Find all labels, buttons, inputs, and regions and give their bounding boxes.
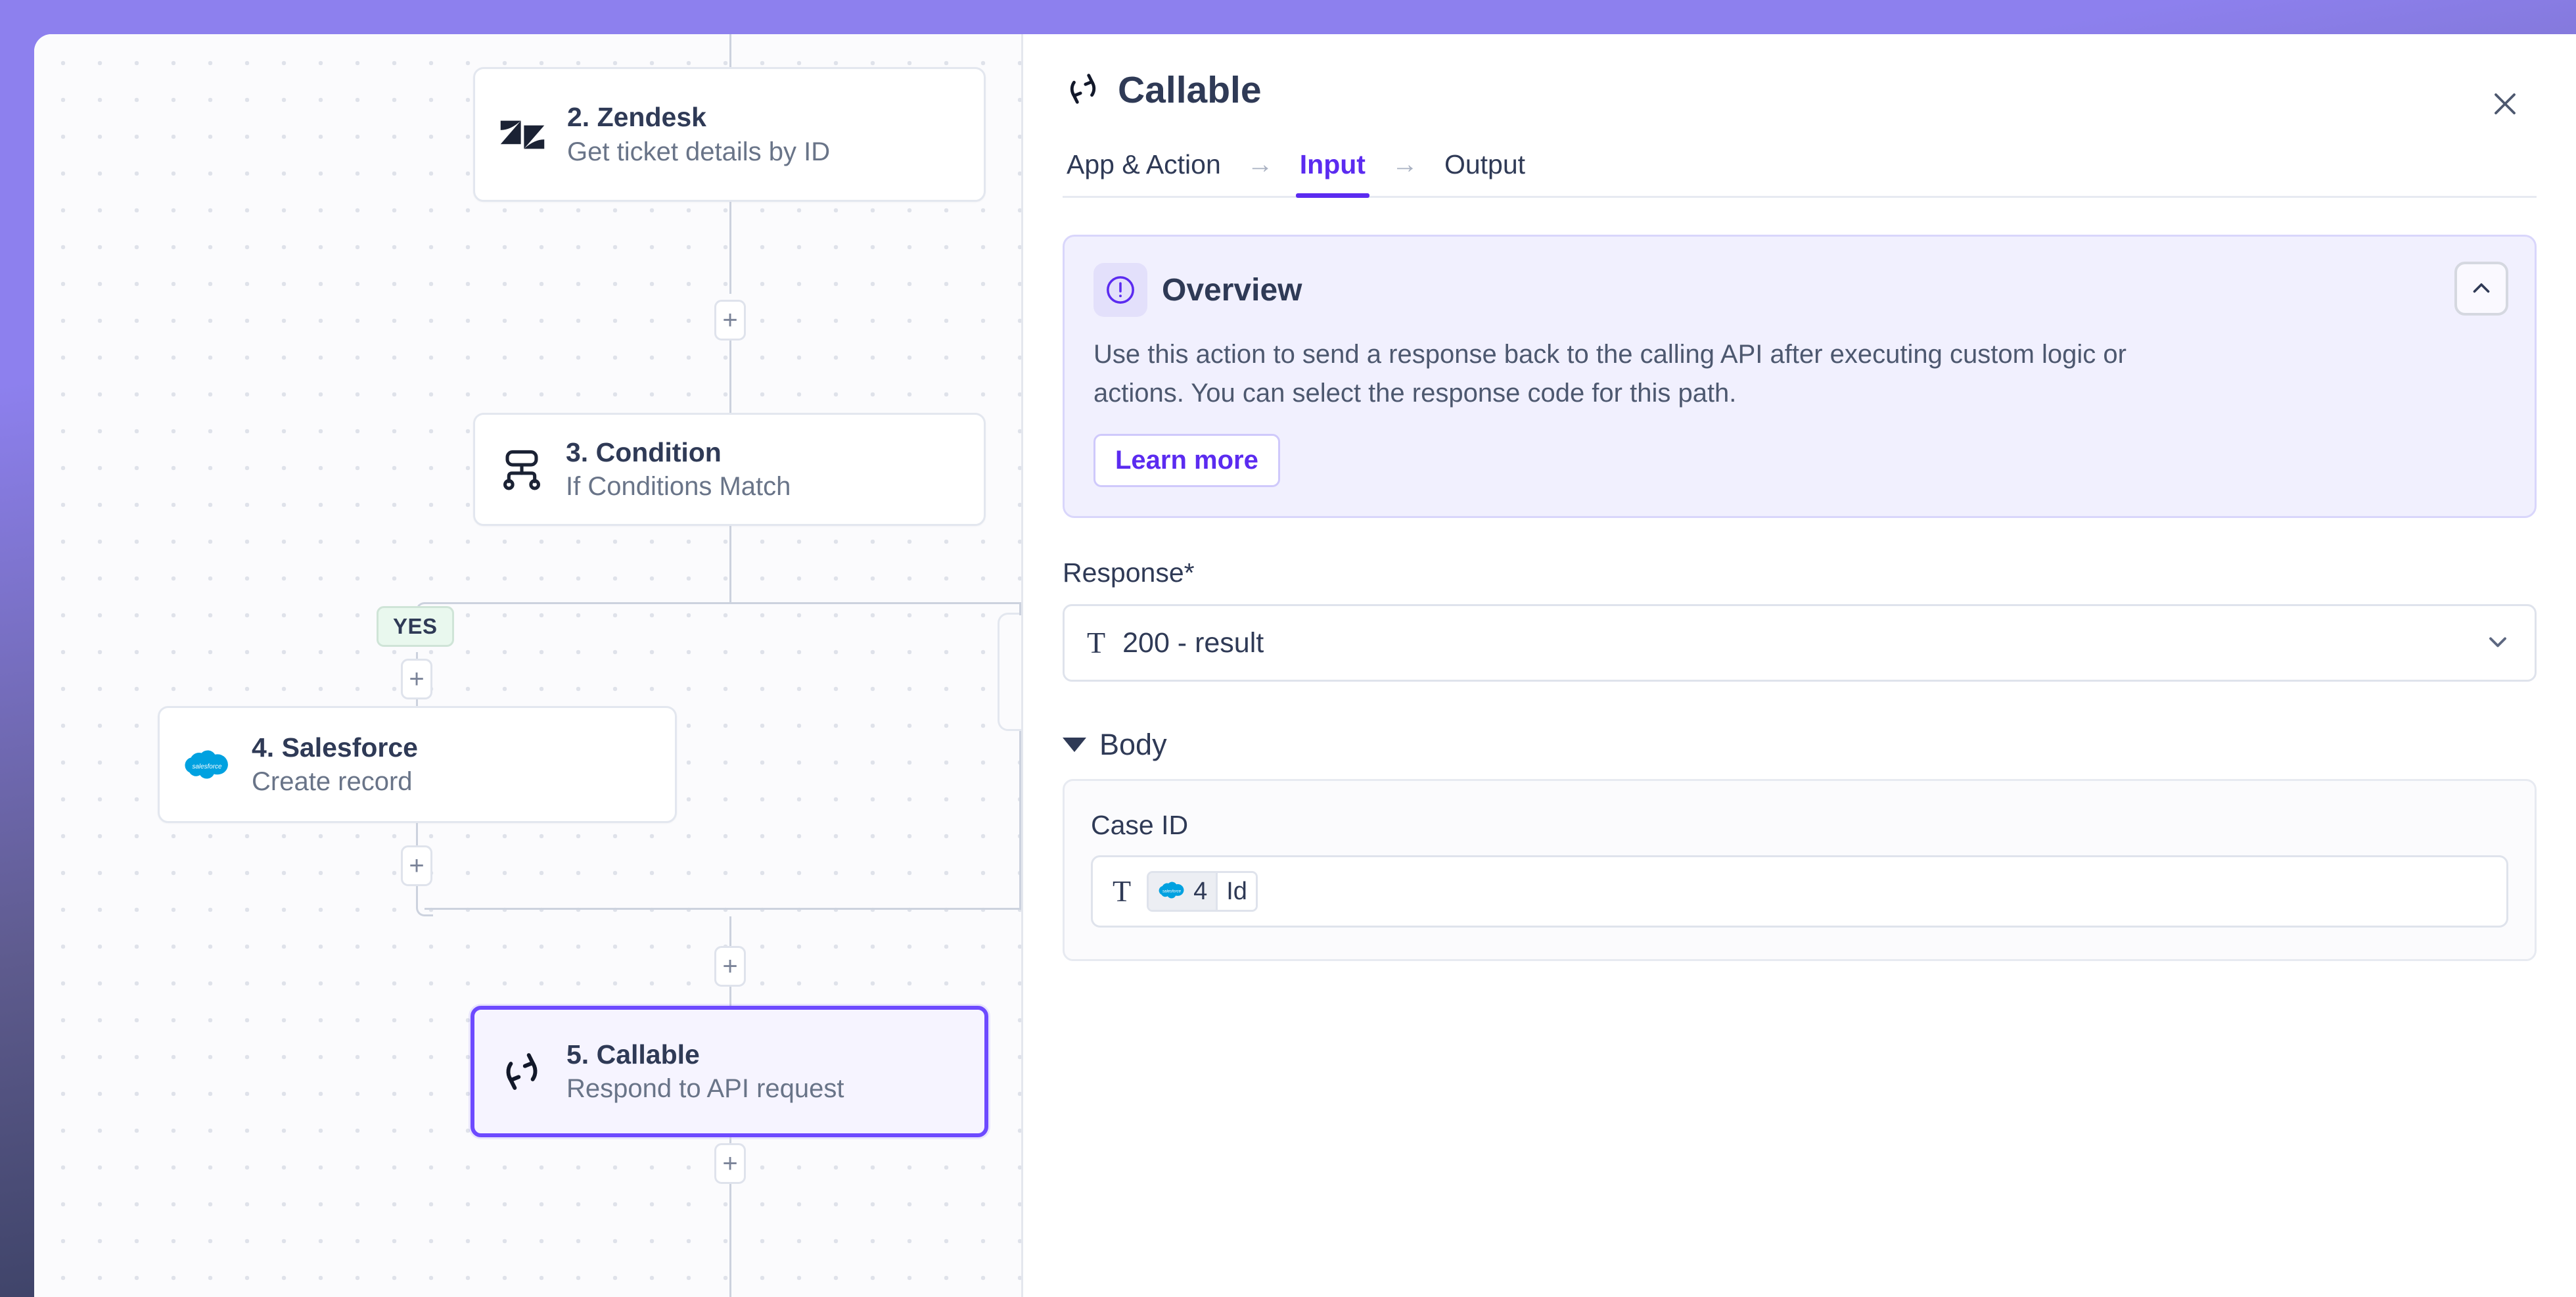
flow-node-zendesk[interactable]: 2. Zendesk Get ticket details by ID xyxy=(473,67,986,202)
text-type-icon: T xyxy=(1113,876,1131,907)
info-circle-icon xyxy=(1093,263,1147,317)
callable-loop-icon xyxy=(1063,68,1103,112)
variable-token-chip[interactable]: salesforce 4 Id xyxy=(1147,871,1258,912)
body-section-title: Body xyxy=(1099,728,1167,762)
text-type-icon: T xyxy=(1087,628,1105,658)
overview-description: Use this action to send a response back … xyxy=(1093,335,2171,413)
panel-title-row: Callable xyxy=(1063,68,2537,112)
flow-node-title: 2. Zendesk xyxy=(567,103,830,131)
tab-input[interactable]: Input xyxy=(1296,149,1369,196)
overview-callout: Overview Use this action to send a respo… xyxy=(1063,235,2537,518)
chevron-down-icon[interactable] xyxy=(2483,627,2512,659)
tab-app-action[interactable]: App & Action xyxy=(1063,149,1225,196)
response-select-value: 200 - result xyxy=(1122,627,2466,659)
edge-top-trunk xyxy=(729,34,731,67)
tab-arrow-1: → xyxy=(1247,150,1274,195)
overview-header: Overview xyxy=(1093,263,2506,317)
tab-output[interactable]: Output xyxy=(1440,149,1529,196)
body-section-header[interactable]: Body xyxy=(1063,728,2537,762)
edge-split-bus xyxy=(425,602,1021,604)
close-icon[interactable] xyxy=(2487,85,2523,122)
response-field-label: Response* xyxy=(1063,557,2537,588)
learn-more-button[interactable]: Learn more xyxy=(1093,434,1280,487)
case-id-input[interactable]: T salesforce 4 xyxy=(1091,855,2508,928)
salesforce-cloud-icon: salesforce xyxy=(182,745,232,784)
token-chip-source: salesforce 4 xyxy=(1149,873,1216,910)
condition-branch-icon xyxy=(497,445,546,494)
svg-text:salesforce: salesforce xyxy=(1162,889,1182,893)
flow-node-title: 5. Callable xyxy=(566,1041,844,1069)
add-step-button-1[interactable]: + xyxy=(714,300,746,341)
workflow-canvas[interactable]: 2. Zendesk Get ticket details by ID + xyxy=(34,34,1021,1297)
body-fields-card: Case ID T salesforce xyxy=(1063,779,2537,961)
edge-merge-bus xyxy=(425,908,1021,910)
step-detail-panel: Callable App & Action → Input → Output xyxy=(1023,34,2576,1297)
chevron-up-icon[interactable] xyxy=(2454,262,2508,316)
add-step-button-5[interactable]: + xyxy=(714,1143,746,1184)
flow-node-title: 4. Salesforce xyxy=(252,734,418,762)
overview-title: Overview xyxy=(1162,272,1302,308)
salesforce-cloud-icon: salesforce xyxy=(1157,879,1186,905)
flow-node-callable[interactable]: 5. Callable Respond to API request xyxy=(471,1006,988,1137)
tab-arrow-2: → xyxy=(1392,150,1418,195)
callable-loop-icon xyxy=(497,1047,547,1097)
svg-text:salesforce: salesforce xyxy=(192,763,222,770)
flow-node-no-branch-clipped[interactable] xyxy=(998,613,1021,731)
flow-node-subtitle: If Conditions Match xyxy=(566,473,791,500)
app-viewport: 2. Zendesk Get ticket details by ID + xyxy=(34,34,2576,1297)
flow-node-condition[interactable]: 3. Condition If Conditions Match xyxy=(473,413,986,526)
response-select[interactable]: T 200 - result xyxy=(1063,604,2537,682)
edge-no-branch-top xyxy=(1019,602,1021,615)
panel-header: Callable App & Action → Input → Output xyxy=(1023,34,2576,198)
add-step-button-4[interactable]: + xyxy=(714,946,746,987)
flow-node-subtitle: Get ticket details by ID xyxy=(567,138,830,166)
flow-node-subtitle: Create record xyxy=(252,768,418,795)
token-chip-key: Id xyxy=(1216,873,1256,910)
panel-body: Overview Use this action to send a respo… xyxy=(1023,198,2576,961)
branch-label-yes: YES xyxy=(377,606,454,647)
case-id-label: Case ID xyxy=(1091,810,2508,841)
add-step-button-3[interactable]: + xyxy=(401,845,432,886)
edge-condition-split xyxy=(729,526,731,603)
caret-down-icon xyxy=(1063,738,1086,752)
edge-no-branch-bottom xyxy=(1019,731,1021,908)
flow-node-subtitle: Respond to API request xyxy=(566,1075,844,1102)
add-step-button-2[interactable]: + xyxy=(401,659,432,699)
flow-node-title: 3. Condition xyxy=(566,438,791,467)
token-step-number: 4 xyxy=(1193,878,1207,906)
panel-tabs: App & Action → Input → Output xyxy=(1063,149,2537,198)
edge-plus-condition xyxy=(729,341,731,413)
flow-node-salesforce[interactable]: salesforce 4. Salesforce Create record xyxy=(158,706,677,823)
edge-canvas-bottom xyxy=(729,1184,731,1297)
edge-zendesk-condition xyxy=(729,202,731,294)
app-window-frame: 2. Zendesk Get ticket details by ID + xyxy=(0,0,2576,1297)
zendesk-logo-icon xyxy=(497,110,547,160)
page-title: Callable xyxy=(1118,72,1262,109)
